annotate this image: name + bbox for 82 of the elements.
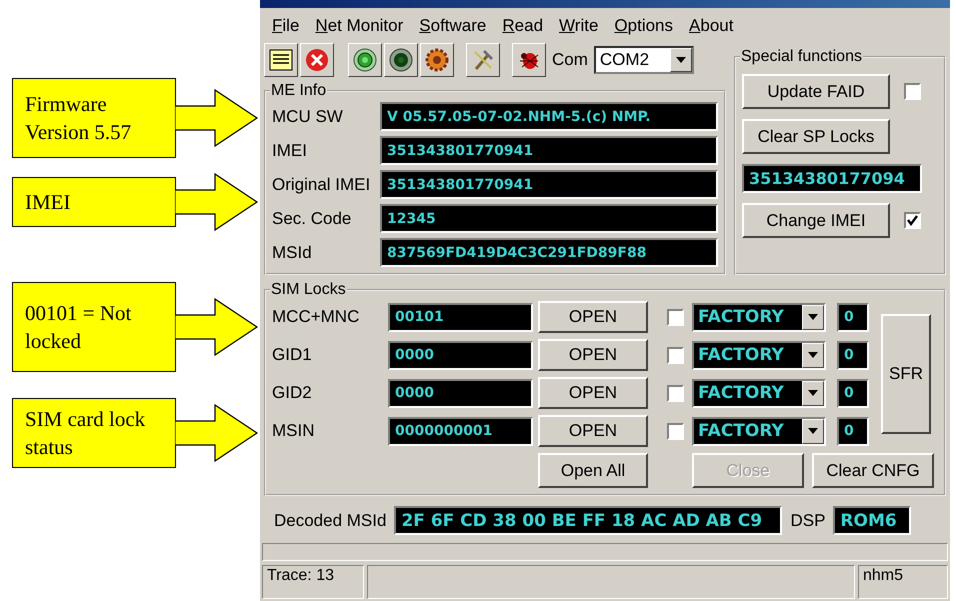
callout-label: Firmware Version 5.57	[12, 78, 176, 158]
menu-item[interactable]: File	[266, 14, 306, 38]
field-label: IMEI	[272, 140, 308, 160]
open-button[interactable]: OPEN	[538, 339, 648, 371]
menu-item[interactable]: Net Monitor	[309, 14, 410, 38]
mode-select[interactable]: FACTORY	[692, 340, 826, 370]
status-pane: Trace: 13	[262, 565, 364, 599]
circle-icon	[389, 48, 413, 72]
count-display: 0	[837, 416, 869, 446]
menu-item[interactable]: Options	[608, 14, 680, 38]
imei-display: 35134380177094	[742, 164, 922, 193]
group-title: ME Info	[270, 82, 328, 100]
lock-value-display: 0000	[388, 340, 533, 370]
lock-value-display: 00101	[388, 302, 533, 332]
value-display: V 05.57.05-07-02.NHM-5.(c) NMP.	[380, 102, 718, 131]
count-display: 0	[837, 302, 869, 332]
field-label: Original IMEI	[272, 174, 372, 194]
toolbar-button[interactable]	[420, 43, 454, 77]
count-display: 0	[837, 378, 869, 408]
menu-item[interactable]: About	[683, 14, 740, 38]
open-button[interactable]: OPEN	[538, 301, 648, 333]
com-label: Com	[552, 50, 588, 70]
value-display: 12345	[380, 204, 718, 233]
caret-icon	[808, 352, 818, 358]
value-display: 351343801770941	[380, 136, 718, 165]
caret-icon	[808, 428, 818, 434]
decoded-label: Decoded MSId	[274, 510, 386, 530]
checkbox[interactable]	[666, 384, 684, 402]
com-port-select[interactable]: COM2	[594, 46, 694, 74]
toolbar-button[interactable]	[264, 43, 298, 77]
menu-item[interactable]: Write	[553, 14, 604, 38]
lock-label: MCC+MNC	[272, 307, 360, 327]
action-button[interactable]: Change IMEI	[742, 203, 890, 238]
target-icon	[353, 48, 377, 72]
checkbox[interactable]	[904, 83, 921, 100]
group-title: Special functions	[740, 48, 863, 66]
action-button[interactable]: Clear SP Locks	[742, 119, 890, 154]
dsp-display: ROM6	[833, 506, 912, 535]
sfr-button[interactable]: SFR	[881, 314, 931, 434]
value-display: 837569FD419D4C3C291FD89F88	[380, 238, 718, 267]
lock-value-display: 0000	[388, 378, 533, 408]
count-display: 0	[837, 340, 869, 370]
decoded-display: 2F 6F CD 38 00 BE FF 18 AC AD AB C9	[394, 506, 782, 535]
checkbox[interactable]	[904, 212, 921, 229]
open-button[interactable]: OPEN	[538, 377, 648, 409]
field-label: Sec. Code	[272, 208, 352, 228]
toolbar-button[interactable]	[466, 43, 500, 77]
field-label: MCU SW	[272, 106, 344, 126]
action-button[interactable]: Open All	[538, 453, 648, 488]
mode-select[interactable]: FACTORY	[692, 378, 826, 408]
callout-label: SIM card lock status	[12, 398, 176, 468]
caret-icon	[808, 390, 818, 396]
lock-label: GID2	[272, 383, 313, 403]
callout-label: IMEI	[12, 177, 176, 227]
caret-icon	[676, 57, 686, 63]
lock-value-display: 0000000001	[388, 416, 533, 446]
group-title: SIM Locks	[270, 281, 347, 299]
action-button[interactable]: Clear CNFG	[812, 453, 934, 488]
checkbox[interactable]	[666, 346, 684, 364]
checkbox[interactable]	[666, 308, 684, 326]
gear-icon	[425, 48, 449, 72]
notepad-icon	[269, 49, 293, 71]
open-button[interactable]: OPEN	[538, 415, 648, 447]
toolbar-button[interactable]	[348, 43, 382, 77]
mode-select[interactable]: FACTORY	[692, 302, 826, 332]
close-icon	[305, 48, 329, 72]
value-display: 351343801770941	[380, 170, 718, 199]
dsp-label: DSP	[790, 510, 826, 530]
lock-label: GID1	[272, 345, 313, 365]
status-pane: nhm5	[858, 565, 948, 599]
callout-label: 00101 = Not locked	[12, 282, 176, 372]
menu-item[interactable]: Software	[413, 14, 492, 38]
toolbar-button[interactable]	[300, 43, 334, 77]
checkbox[interactable]	[666, 422, 684, 440]
mode-select[interactable]: FACTORY	[692, 416, 826, 446]
toolbar-button[interactable]	[384, 43, 418, 77]
field-label: MSId	[272, 242, 313, 262]
lock-label: MSIN	[272, 421, 316, 441]
menu-item[interactable]: Read	[496, 14, 550, 38]
action-button[interactable]: Update FAID	[742, 74, 890, 109]
caret-icon	[808, 314, 818, 320]
toolbar-button[interactable]	[512, 43, 546, 77]
